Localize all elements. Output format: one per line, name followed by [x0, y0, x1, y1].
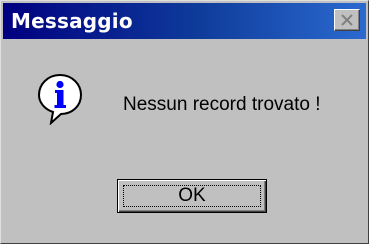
ok-button[interactable]: OK	[117, 179, 267, 213]
dialog-title: Messaggio	[11, 9, 133, 33]
info-icon	[37, 73, 83, 125]
focus-rectangle: OK	[123, 185, 261, 207]
message-dialog: Messaggio Nessun record trovato ! OK	[0, 0, 369, 244]
close-button[interactable]	[334, 9, 360, 31]
close-icon	[341, 14, 353, 26]
title-bar[interactable]: Messaggio	[3, 3, 366, 39]
message-text: Nessun record trovato !	[123, 94, 321, 115]
ok-button-label: OK	[178, 185, 206, 206]
